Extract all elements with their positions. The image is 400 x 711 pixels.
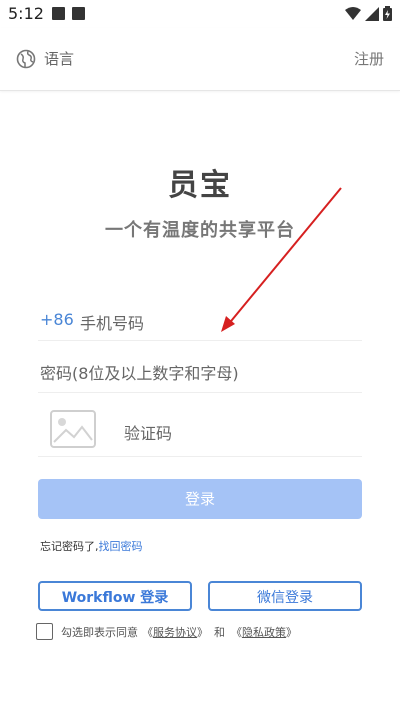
language-label: 语言: [44, 50, 75, 68]
password-input-placeholder[interactable]: 密码(8位及以上数字和字母): [40, 360, 239, 384]
country-code[interactable]: +86: [40, 310, 74, 329]
wechat-login-button[interactable]: 微信登录: [208, 581, 362, 611]
signal-icon: [365, 7, 379, 21]
privacy-policy-link[interactable]: 隐私政策: [242, 624, 286, 640]
register-link[interactable]: 注册: [354, 48, 384, 69]
battery-icon: [383, 6, 392, 21]
bracket-close: 》: [197, 625, 208, 639]
bracket-close: 》: [286, 625, 297, 639]
image-notification-icon: [52, 7, 65, 20]
forgot-password-row: 忘记密码了,找回密码: [40, 538, 143, 554]
login-button[interactable]: 登录: [38, 479, 362, 519]
globe-icon: [16, 49, 36, 68]
agreement-and: 和: [214, 625, 225, 639]
bracket-open: 《: [231, 625, 242, 639]
status-time: 5:12: [8, 4, 44, 23]
captcha-input-placeholder[interactable]: 验证码: [124, 420, 172, 444]
captcha-field[interactable]: 验证码: [38, 402, 362, 457]
captcha-image-icon[interactable]: [50, 410, 96, 448]
wifi-icon: [345, 7, 361, 20]
status-bar: 5:12: [0, 0, 400, 28]
phone-input-placeholder[interactable]: 手机号码: [80, 310, 144, 334]
app-slogan: 一个有温度的共享平台: [105, 220, 295, 241]
agreement-checkbox[interactable]: [36, 623, 53, 640]
bracket-open: 《: [142, 625, 153, 639]
agreement-row: 勾选即表示同意 《服务协议》 和 《隐私政策》: [36, 623, 297, 640]
password-field[interactable]: 密码(8位及以上数字和字母): [38, 352, 362, 393]
app-notification-icon: [72, 7, 85, 20]
service-agreement-link[interactable]: 服务协议: [153, 624, 197, 640]
language-selector[interactable]: 语言: [16, 48, 74, 69]
recover-password-link[interactable]: 找回密码: [99, 540, 143, 553]
phone-field[interactable]: +86 手机号码: [38, 300, 362, 341]
top-bar: 语言 注册: [0, 28, 400, 91]
workflow-login-button[interactable]: Workflow 登录: [38, 581, 192, 611]
agreement-prefix: 勾选即表示同意: [61, 625, 138, 639]
forgot-password-text: 忘记密码了,: [40, 540, 99, 553]
app-title: 员宝: [168, 168, 232, 203]
